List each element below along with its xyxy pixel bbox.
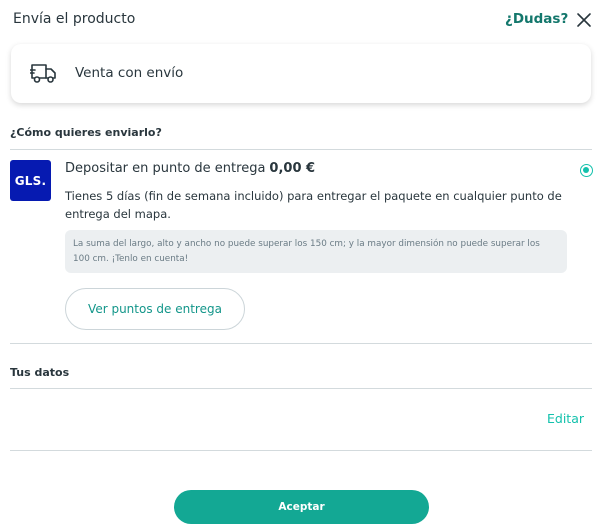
your-data-section-title: Tus datos [10, 366, 70, 379]
divider [10, 149, 592, 150]
truck-icon [30, 64, 56, 83]
delivery-option-price: 0,00 € [269, 161, 316, 176]
size-limit-note: La suma del largo, alto y ancho no puede… [65, 230, 567, 273]
delivery-section-title: ¿Cómo quieres enviarlo? [10, 126, 162, 139]
help-link[interactable]: ¿Dudas? [505, 11, 568, 27]
divider [10, 388, 592, 389]
modal-title: Envía el producto [13, 11, 136, 27]
close-icon [577, 13, 591, 27]
divider [10, 450, 592, 451]
shipping-type-card: Venta con envío [11, 44, 591, 103]
shipping-type-label: Venta con envío [75, 65, 184, 81]
edit-link[interactable]: Editar [547, 411, 584, 426]
delivery-option-radio[interactable] [580, 164, 593, 177]
view-delivery-points-button[interactable]: Ver puntos de entrega [65, 288, 245, 330]
divider [10, 343, 592, 344]
close-button[interactable] [575, 11, 593, 29]
delivery-option-name: Depositar en punto de entrega [65, 161, 266, 176]
accept-button[interactable]: Aceptar [174, 490, 429, 524]
gls-logo: GLS. [10, 160, 51, 201]
delivery-option-description: Tienes 5 días (fin de semana incluido) p… [65, 189, 562, 221]
delivery-option-title[interactable]: Depositar en punto de entrega 0,00 € [65, 161, 315, 176]
modal-header: Envía el producto ¿Dudas? [0, 0, 600, 40]
